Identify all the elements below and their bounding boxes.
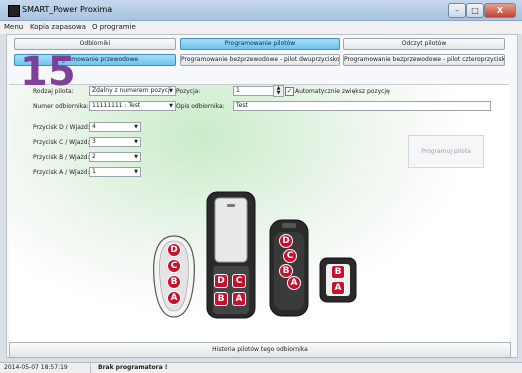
program-remote-button[interactable]: Programuj pilota xyxy=(408,135,484,168)
menu-bar: Menu Kopia zapasowa O programie xyxy=(0,21,522,34)
menu-item-about[interactable]: O programie xyxy=(92,23,136,31)
remote-fob-image: D C B A xyxy=(268,218,310,318)
chevron-down-icon: ▼ xyxy=(134,124,138,130)
menu-item-backup[interactable]: Kopia zapasowa xyxy=(30,23,86,31)
remote-button-d: D xyxy=(214,274,228,288)
maximize-button[interactable]: □ xyxy=(466,3,484,18)
auto-increment-label: Automatycznie zwiększ pozycję xyxy=(295,88,390,95)
tab-remote-reading[interactable]: Odczyt pilotów xyxy=(343,38,505,50)
receiver-number-label: Numer odbiornika: xyxy=(33,103,89,110)
tab-wireless-4button[interactable]: Programowanie bezprzewodowe - pilot czte… xyxy=(343,54,505,66)
remote-button-a: A xyxy=(167,291,181,305)
receiver-desc-label: Opis odbiornika: xyxy=(176,103,225,110)
auto-increment-checkbox[interactable]: ✓ xyxy=(285,87,294,96)
remote-button-c: C xyxy=(232,274,246,288)
chevron-down-icon: ▼ xyxy=(134,169,138,175)
receiver-number-select[interactable]: 11111111 : Test ▼ xyxy=(89,101,176,111)
window-title: SMART_Power Proxima xyxy=(22,5,113,14)
button-c-value: 3 xyxy=(92,138,96,145)
remote-button-b: B xyxy=(167,275,181,289)
button-d-value: 4 xyxy=(92,123,96,130)
chevron-down-icon: ▼ xyxy=(134,139,138,145)
receiver-desc-input[interactable]: Test xyxy=(233,101,491,111)
chevron-down-icon: ▼ xyxy=(169,88,173,94)
remote-button-a: A xyxy=(232,292,246,306)
button-c-select[interactable]: 3 ▼ xyxy=(89,137,141,147)
chevron-down-icon: ▼ xyxy=(134,154,138,160)
button-a-select[interactable]: 1 ▼ xyxy=(89,167,141,177)
button-b-label: Przycisk B / Wjazd: xyxy=(33,154,90,161)
remote-button-a: A xyxy=(287,276,301,290)
remote-button-b: B xyxy=(331,265,345,279)
button-b-select[interactable]: 2 ▼ xyxy=(89,152,141,162)
chevron-down-icon: ▼ xyxy=(169,103,173,109)
receiver-number-value: 11111111 : Test xyxy=(92,102,141,109)
position-label: Pozycja: xyxy=(176,88,201,95)
minimize-button[interactable]: – xyxy=(448,3,466,18)
button-a-label: Przycisk A / Wjazd: xyxy=(33,169,90,176)
button-a-value: 1 xyxy=(92,168,96,175)
button-d-select[interactable]: 4 ▼ xyxy=(89,122,141,132)
button-b-value: 2 xyxy=(92,153,96,160)
remote-type-value: Zdalny z numerem pozycji xyxy=(92,87,172,94)
remote-slide-image: D C B A xyxy=(205,190,257,320)
tab-remote-programming[interactable]: Programowanie pilotów xyxy=(180,38,340,50)
remote-button-a: A xyxy=(331,281,345,295)
remote-button-d: D xyxy=(279,234,293,248)
remote-history-button[interactable]: Historia pilotów tego odbiornika xyxy=(9,342,511,358)
remote-square-image: B A xyxy=(318,256,358,304)
remote-button-d: D xyxy=(167,243,181,257)
position-input[interactable]: 1 xyxy=(233,86,275,96)
remote-button-c: C xyxy=(167,259,181,273)
button-c-label: Przycisk C / Wjazd: xyxy=(33,139,90,146)
menu-item-menu[interactable]: Menu xyxy=(4,23,23,31)
remote-button-c: C xyxy=(283,249,297,263)
remote-teardrop-image: D C B A xyxy=(150,233,198,319)
button-d-label: Przycisk D / Wjazd: xyxy=(33,124,90,131)
status-bar: 2014-05-07 18:57:19 Brak programatora ! xyxy=(0,362,522,373)
app-icon xyxy=(8,5,20,17)
remote-type-select[interactable]: Zdalny z numerem pozycji ▼ xyxy=(89,86,176,96)
title-bar: SMART_Power Proxima – □ X xyxy=(0,0,522,21)
remote-button-b: B xyxy=(214,292,228,306)
step-number-badge: 15 xyxy=(20,49,76,95)
close-button[interactable]: X xyxy=(484,3,516,18)
position-spinner[interactable]: ▲ ▼ xyxy=(273,85,284,97)
tab-wireless-2button[interactable]: Programowanie bezprzewodowe - pilot dwup… xyxy=(180,54,340,66)
content-area xyxy=(9,84,509,343)
